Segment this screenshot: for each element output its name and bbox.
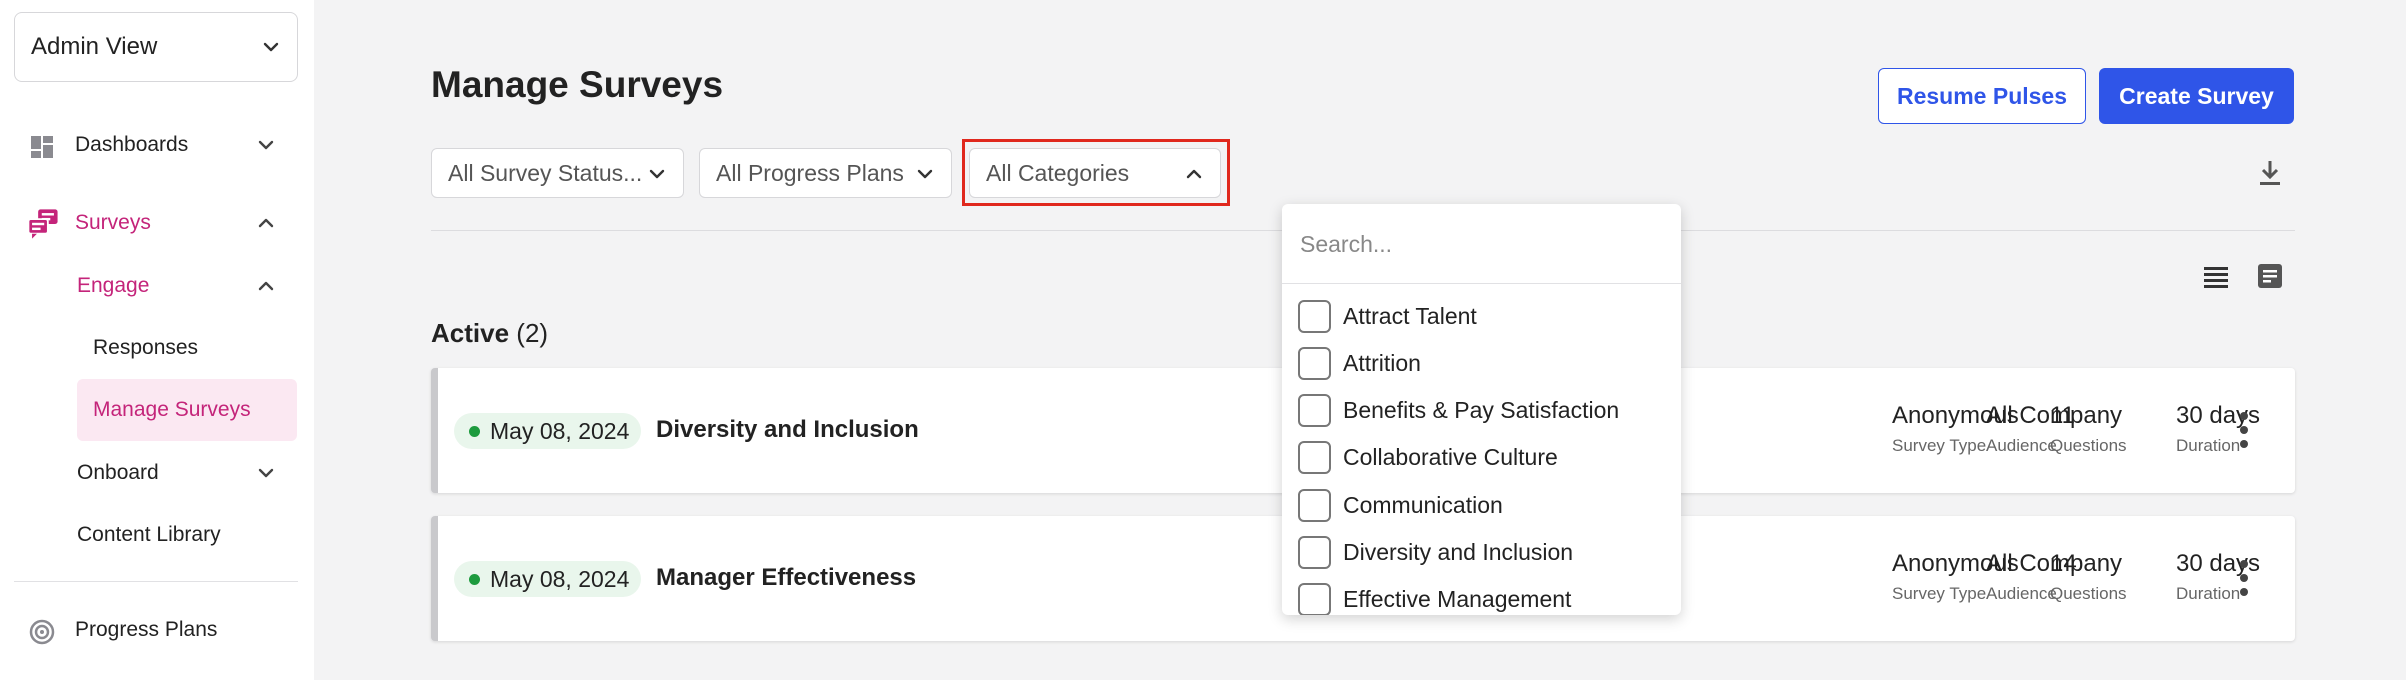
meta-audience: All Company Audience [1986, 550, 2122, 604]
survey-icon [27, 209, 58, 239]
chevron-down-icon [917, 169, 933, 179]
sidebar-label-onboard: Onboard [77, 461, 159, 484]
chevron-up-icon [258, 281, 274, 291]
category-option-label: Attrition [1343, 349, 1421, 376]
view-select[interactable]: Admin View [14, 12, 298, 82]
chevron-up-icon [258, 218, 274, 228]
sidebar-item-responses[interactable]: Responses [77, 317, 297, 379]
survey-status-filter-label: All Survey Status... [448, 159, 643, 186]
sidebar-divider [14, 581, 298, 582]
section-title-label: Active [431, 318, 510, 348]
meta-label: Audience [1986, 584, 2057, 603]
active-status-dot [469, 574, 480, 585]
nav-item-dashboards[interactable]: Dashboards [0, 115, 314, 175]
list-view-icon[interactable] [2202, 264, 2230, 288]
category-option-label: Attract Talent [1343, 302, 1477, 329]
create-survey-button[interactable]: Create Survey [2099, 68, 2294, 124]
view-select-label: Admin View [31, 33, 158, 60]
category-option[interactable]: Diversity and Inclusion [1298, 530, 1573, 574]
category-option[interactable]: Attract Talent [1298, 294, 1477, 338]
nav-item-progress-plans[interactable]: Progress Plans [0, 600, 314, 660]
chevron-down-icon [263, 42, 279, 52]
chevron-down-icon [649, 169, 665, 179]
category-option[interactable]: Attrition [1298, 341, 1421, 385]
dropdown-search [1282, 204, 1681, 284]
chevron-down-icon [258, 140, 274, 150]
more-options-icon[interactable] [2232, 410, 2256, 450]
page-title: Manage Surveys [431, 64, 724, 105]
focus-highlight [962, 139, 1230, 206]
category-options-list[interactable]: Attract Talent Attrition Benefits & Pay … [1282, 294, 1681, 615]
nav-label-dashboards: Dashboards [75, 133, 189, 156]
category-option-label: Benefits & Pay Satisfaction [1343, 396, 1620, 423]
nav-item-surveys[interactable]: Surveys [0, 193, 314, 253]
sidebar-item-engage[interactable]: Engage [77, 256, 297, 316]
sidebar-item-manage-surveys[interactable]: Manage Surveys [77, 379, 297, 441]
category-option-label: Communication [1343, 491, 1503, 518]
status-date-badge: May 08, 2024 [454, 561, 642, 597]
section-title: Active (2) [431, 318, 548, 349]
section-count: (2) [516, 318, 549, 348]
checkbox[interactable] [1298, 440, 1331, 474]
checkbox[interactable] [1298, 299, 1331, 333]
active-status-dot [469, 426, 480, 437]
category-option[interactable]: Collaborative Culture [1298, 435, 1558, 479]
meta-value: All Company [1986, 402, 2123, 429]
survey-date: May 08, 2024 [490, 565, 630, 592]
progress-plans-icon [29, 619, 55, 645]
download-icon[interactable] [2256, 158, 2284, 188]
category-option-label: Collaborative Culture [1343, 443, 1558, 470]
more-options-icon[interactable] [2232, 558, 2256, 598]
progress-plans-filter-label: All Progress Plans [716, 159, 904, 186]
sidebar-label-responses: Responses [93, 336, 199, 359]
category-option[interactable]: Communication [1298, 483, 1503, 527]
status-date-badge: May 08, 2024 [454, 413, 642, 449]
category-option[interactable]: Effective Management [1298, 577, 1571, 615]
meta-label: Audience [1986, 436, 2057, 455]
meta-audience: All Company Audience [1986, 402, 2122, 456]
categories-dropdown: Attract Talent Attrition Benefits & Pay … [1282, 204, 1681, 615]
checkbox[interactable] [1298, 346, 1331, 380]
category-search-input[interactable] [1300, 222, 1660, 266]
checkbox[interactable] [1298, 535, 1331, 569]
survey-name[interactable]: Manager Effectiveness [656, 564, 916, 592]
dashboard-icon [31, 136, 53, 158]
sidebar-label-manage-surveys: Manage Surveys [93, 398, 251, 421]
category-option-label: Diversity and Inclusion [1343, 538, 1574, 565]
resume-pulses-button[interactable]: Resume Pulses [1878, 68, 2086, 124]
progress-plans-filter[interactable]: All Progress Plans [699, 148, 952, 198]
sidebar-label-content-library: Content Library [77, 523, 221, 546]
nav-label-surveys: Surveys [75, 211, 151, 234]
survey-date: May 08, 2024 [490, 417, 630, 444]
survey-name[interactable]: Diversity and Inclusion [656, 416, 919, 444]
sidebar-item-onboard[interactable]: Onboard [77, 443, 297, 503]
sidebar-label-engage: Engage [77, 274, 150, 297]
checkbox[interactable] [1298, 488, 1331, 522]
survey-status-filter[interactable]: All Survey Status... [431, 148, 684, 198]
card-view-icon[interactable] [2256, 262, 2284, 290]
chevron-down-icon [258, 468, 274, 478]
sidebar: Admin View Dashboards Surveys Engage Res… [0, 0, 314, 680]
nav-label-progress-plans: Progress Plans [75, 618, 218, 641]
category-option-label: Effective Management [1343, 585, 1572, 612]
checkbox[interactable] [1298, 393, 1331, 427]
category-option[interactable]: Benefits & Pay Satisfaction [1298, 388, 1619, 432]
checkbox[interactable] [1298, 582, 1331, 615]
meta-value: All Company [1986, 550, 2123, 577]
sidebar-item-content-library[interactable]: Content Library [77, 505, 297, 565]
